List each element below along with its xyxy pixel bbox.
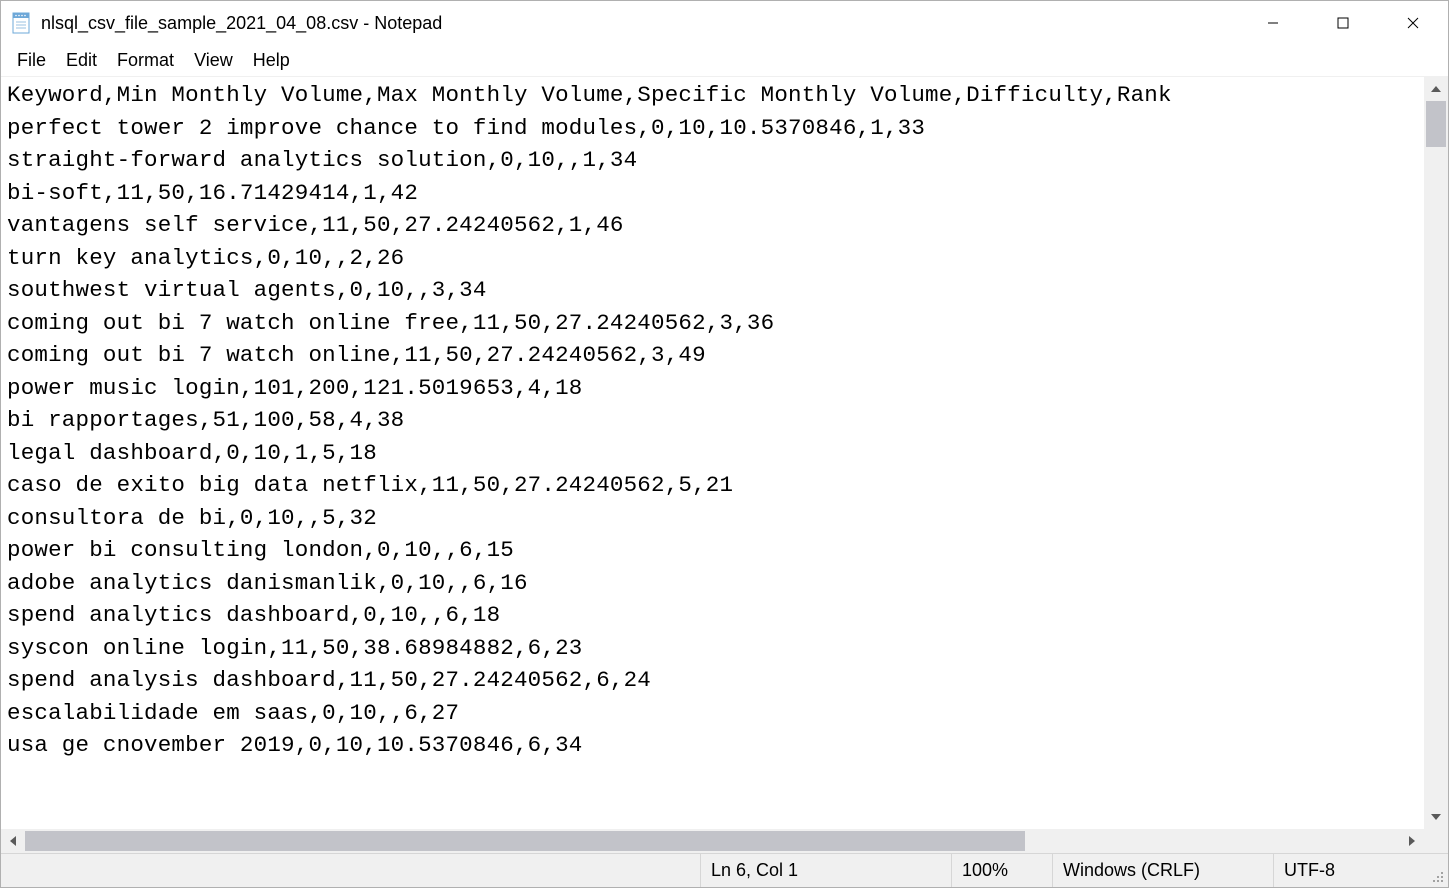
menu-help[interactable]: Help bbox=[243, 46, 300, 75]
notepad-icon bbox=[9, 11, 33, 35]
status-eol: Windows (CRLF) bbox=[1053, 860, 1273, 881]
horizontal-scrollbar[interactable] bbox=[1, 829, 1448, 853]
vscroll-track[interactable] bbox=[1424, 101, 1448, 805]
statusbar: Ln 6, Col 1 100% Windows (CRLF) UTF-8 bbox=[1, 853, 1448, 887]
scroll-down-icon[interactable] bbox=[1424, 805, 1448, 829]
resize-grip-icon[interactable] bbox=[1424, 854, 1448, 887]
close-button[interactable] bbox=[1378, 1, 1448, 45]
scroll-right-icon[interactable] bbox=[1400, 829, 1424, 853]
menu-format[interactable]: Format bbox=[107, 46, 184, 75]
menu-view[interactable]: View bbox=[184, 46, 243, 75]
vertical-scrollbar[interactable] bbox=[1424, 77, 1448, 829]
menu-file[interactable]: File bbox=[7, 46, 56, 75]
status-position: Ln 6, Col 1 bbox=[701, 860, 951, 881]
status-zoom: 100% bbox=[952, 860, 1052, 881]
vscroll-thumb[interactable] bbox=[1426, 101, 1446, 147]
minimize-button[interactable] bbox=[1238, 1, 1308, 45]
scrollbar-corner bbox=[1424, 829, 1448, 853]
status-encoding: UTF-8 bbox=[1274, 860, 1424, 881]
maximize-button[interactable] bbox=[1308, 1, 1378, 45]
scroll-up-icon[interactable] bbox=[1424, 77, 1448, 101]
text-area[interactable]: Keyword,Min Monthly Volume,Max Monthly V… bbox=[1, 77, 1424, 829]
titlebar: nlsql_csv_file_sample_2021_04_08.csv - N… bbox=[1, 1, 1448, 45]
hscroll-track[interactable] bbox=[25, 829, 1400, 853]
window-title: nlsql_csv_file_sample_2021_04_08.csv - N… bbox=[41, 13, 1238, 34]
window-controls bbox=[1238, 1, 1448, 45]
scroll-left-icon[interactable] bbox=[1, 829, 25, 853]
hscroll-thumb[interactable] bbox=[25, 831, 1025, 851]
menu-edit[interactable]: Edit bbox=[56, 46, 107, 75]
menubar: File Edit Format View Help bbox=[1, 45, 1448, 77]
content-wrapper: Keyword,Min Monthly Volume,Max Monthly V… bbox=[1, 77, 1448, 829]
